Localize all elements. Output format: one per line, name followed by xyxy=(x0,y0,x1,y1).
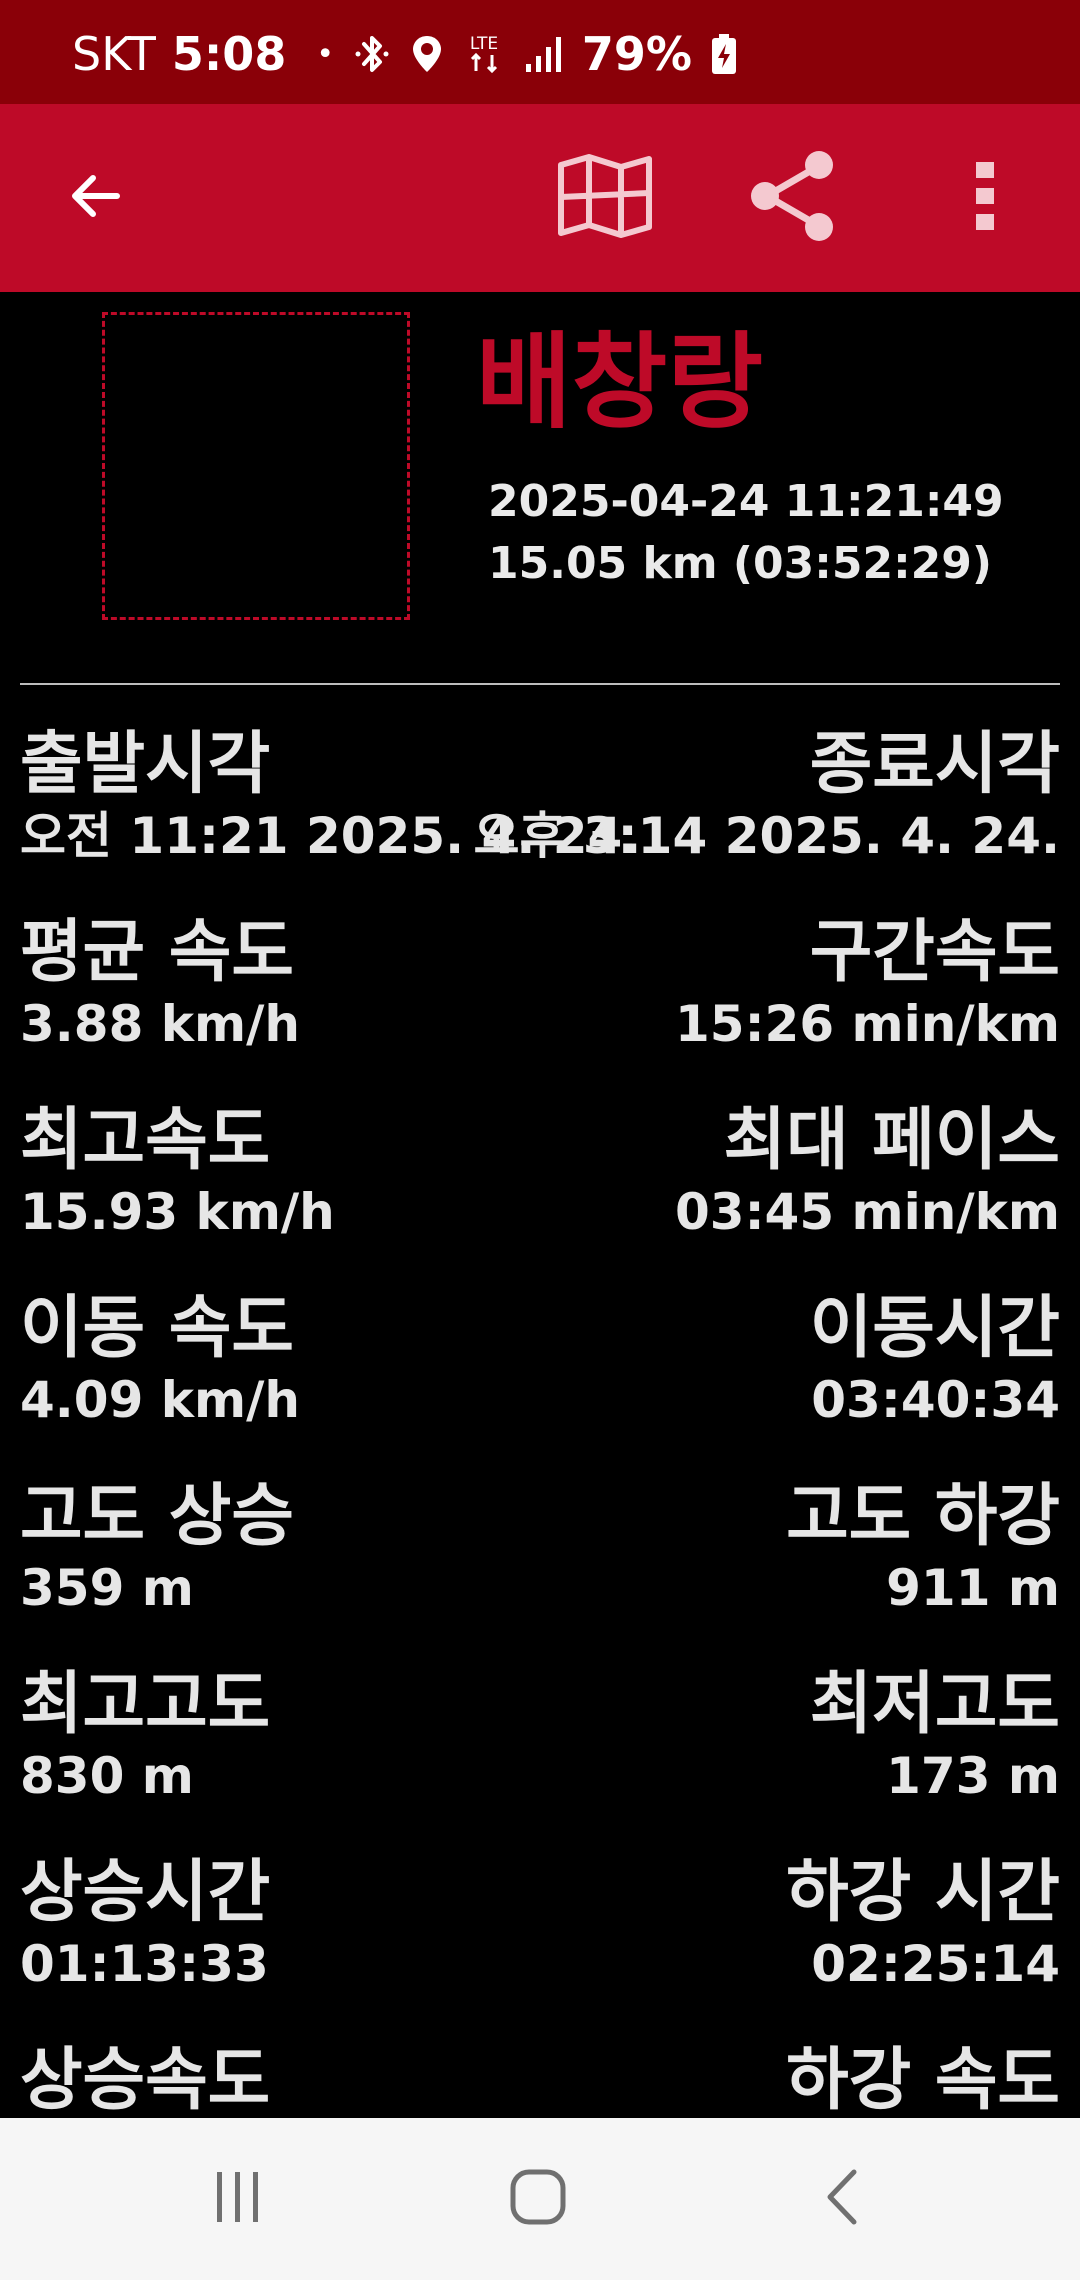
screen: SKT 5:08 • LTE 79% 배창랑 2025-04-24 11:21:… xyxy=(0,0,1080,2280)
bluetooth-icon xyxy=(352,32,392,76)
stat-label: 종료시각 xyxy=(809,725,1060,804)
stat-label: 최고속도 xyxy=(20,1101,271,1180)
arrow-back-icon xyxy=(65,166,125,230)
stat-row-max-speed: 최고속도 15.93 km/h 최대 페이스 03:45 min/km xyxy=(20,1101,1060,1292)
more-vertical-icon xyxy=(973,158,997,238)
stat-elevation-gain: 고도 상승 359 m xyxy=(20,1477,294,1617)
track-title: 배창랑 xyxy=(476,321,764,443)
svg-text:LTE: LTE xyxy=(470,34,498,54)
stat-row-elevation-change: 고도 상승 359 m 고도 하강 911 m xyxy=(20,1477,1060,1668)
status-bar-right: LTE 79% xyxy=(352,27,738,81)
stats-list: 출발시각 오전 11:21 2025. 4. 24. 종료시각 오후 3:14 … xyxy=(20,725,1060,2232)
stat-elevation-loss: 고도 하강 911 m xyxy=(786,1477,1060,1617)
status-bar: SKT 5:08 • LTE 79% xyxy=(0,0,1080,104)
stat-descent-time: 하강 시간 02:25:14 xyxy=(786,1853,1060,1993)
stat-row-climb-time: 상승시간 01:13:33 하강 시간 02:25:14 xyxy=(20,1853,1060,2044)
share-icon xyxy=(745,151,841,245)
carrier-name: SKT xyxy=(72,27,156,81)
system-back-button[interactable] xyxy=(782,2118,902,2280)
stat-value: 02:25:14 xyxy=(811,1934,1060,1993)
stat-value: 173 m xyxy=(886,1746,1060,1805)
stat-label: 이동시간 xyxy=(809,1289,1060,1368)
stat-label: 구간속도 xyxy=(809,913,1060,992)
map-icon xyxy=(555,153,655,243)
location-icon xyxy=(410,32,444,76)
stat-end-time: 종료시각 오후 3:14 2025. 4. 24. xyxy=(473,725,1060,865)
stat-label: 최대 페이스 xyxy=(723,1101,1060,1180)
stat-moving-time: 이동시간 03:40:34 xyxy=(809,1289,1060,1429)
stat-row-elevation-range: 최고고도 830 m 최저고도 173 m xyxy=(20,1665,1060,1856)
stat-value: 01:13:33 xyxy=(20,1934,269,1993)
more-options-button[interactable] xyxy=(950,104,1020,292)
stat-value: 830 m xyxy=(20,1746,194,1805)
stat-value: 15.93 km/h xyxy=(20,1182,335,1241)
stat-value: 4.09 km/h xyxy=(20,1370,300,1429)
stat-label: 상승속도 xyxy=(20,2041,271,2120)
map-button[interactable] xyxy=(545,104,665,292)
stat-descent-speed: 하강 속도 xyxy=(786,2041,1060,2125)
stat-pace: 구간속도 15:26 min/km xyxy=(674,913,1060,1053)
home-button[interactable] xyxy=(478,2118,598,2280)
track-thumbnail-placeholder[interactable] xyxy=(102,312,410,620)
stat-label: 최고고도 xyxy=(20,1665,271,1744)
stat-max-speed: 최고속도 15.93 km/h xyxy=(20,1101,335,1241)
stat-label: 하강 시간 xyxy=(786,1853,1060,1932)
system-navigation-bar xyxy=(0,2118,1080,2280)
track-date: 2025-04-24 11:21:49 xyxy=(488,476,1004,527)
stat-value: 03:40:34 xyxy=(811,1370,1060,1429)
stat-average-speed: 평균 속도 3.88 km/h xyxy=(20,913,300,1053)
battery-percent: 79% xyxy=(581,27,692,81)
stat-label: 이동 속도 xyxy=(20,1289,294,1368)
stat-min-elevation: 최저고도 173 m xyxy=(809,1665,1060,1805)
stat-max-pace: 최대 페이스 03:45 min/km xyxy=(674,1101,1060,1241)
status-bar-left: SKT 5:08 • xyxy=(72,27,335,81)
stat-value: 359 m xyxy=(20,1558,194,1617)
notification-dot: • xyxy=(316,36,335,72)
divider xyxy=(20,683,1060,685)
app-toolbar xyxy=(0,104,1080,292)
share-button[interactable] xyxy=(735,104,850,292)
stat-ascent-time: 상승시간 01:13:33 xyxy=(20,1853,271,1993)
stat-label: 고도 하강 xyxy=(786,1477,1060,1556)
stat-row-time: 출발시각 오전 11:21 2025. 4. 24. 종료시각 오후 3:14 … xyxy=(20,725,1060,916)
home-icon xyxy=(509,2168,567,2230)
stat-label: 평균 속도 xyxy=(20,913,294,992)
stat-value: 03:45 min/km xyxy=(674,1182,1060,1241)
stat-max-elevation: 최고고도 830 m xyxy=(20,1665,271,1805)
nav-back-icon xyxy=(822,2168,862,2230)
back-button[interactable] xyxy=(40,104,150,292)
battery-charging-icon xyxy=(710,33,738,75)
track-summary: 15.05 km (03:52:29) xyxy=(488,538,993,589)
signal-icon xyxy=(524,34,564,74)
stat-ascent-speed: 상승속도 xyxy=(20,2041,271,2125)
stat-label: 하강 속도 xyxy=(786,2041,1060,2120)
stat-value: 3.88 km/h xyxy=(20,994,300,1053)
stat-value: 15:26 min/km xyxy=(674,994,1060,1053)
stat-value: 911 m xyxy=(886,1558,1060,1617)
stat-label: 고도 상승 xyxy=(20,1477,294,1556)
stat-row-moving: 이동 속도 4.09 km/h 이동시간 03:40:34 xyxy=(20,1289,1060,1480)
clock: 5:08 xyxy=(171,27,287,81)
recents-icon xyxy=(211,2170,265,2228)
stat-value: 오후 3:14 2025. 4. 24. xyxy=(473,806,1060,865)
stat-row-speed: 평균 속도 3.88 km/h 구간속도 15:26 min/km xyxy=(20,913,1060,1104)
recents-button[interactable] xyxy=(178,2118,298,2280)
stat-label: 최저고도 xyxy=(809,1665,1060,1744)
stat-label: 상승시간 xyxy=(20,1853,271,1932)
stat-moving-speed: 이동 속도 4.09 km/h xyxy=(20,1289,300,1429)
lte-icon: LTE xyxy=(462,31,506,77)
